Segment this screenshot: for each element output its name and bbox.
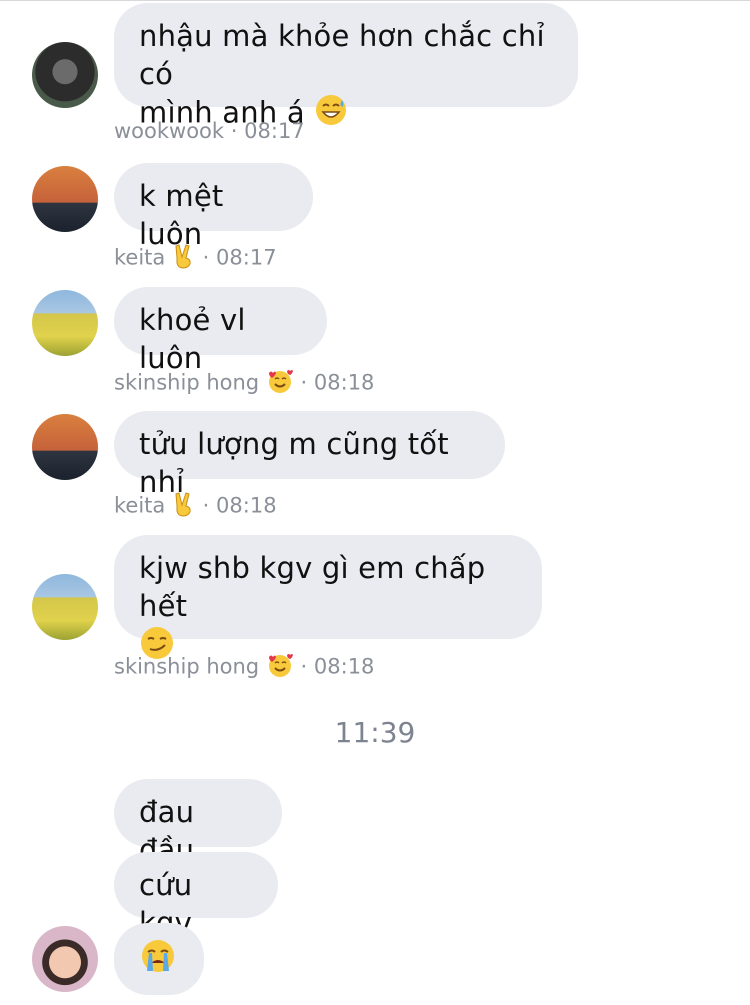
message-meta: wookwook · 08:17 <box>114 119 305 143</box>
message-bubble[interactable]: nhậu mà khỏe hơn chắc chỉ có mình anh á <box>114 3 578 130</box>
victory-hand-icon <box>172 491 196 522</box>
top-divider <box>0 0 750 1</box>
message-bubble[interactable]: tửu lượng m cũng tốt nhỉ <box>114 411 505 499</box>
message-text: nhậu mà khỏe hơn chắc chỉ có <box>139 19 545 91</box>
message-time: 08:18 <box>216 493 277 518</box>
message-text: kjw shb kgv gì em chấp hết <box>139 551 486 623</box>
message-text: khoẻ vl luôn <box>139 303 246 375</box>
avatar[interactable] <box>32 574 98 640</box>
avatar[interactable] <box>32 42 98 108</box>
message-bubble[interactable]: k mệt luôn <box>114 163 313 251</box>
message-meta: skinship hong · 08:18 <box>114 367 374 400</box>
message-text: tửu lượng m cũng tốt nhỉ <box>139 427 449 499</box>
sender-name: skinship hong <box>114 370 260 395</box>
sender-name: keita <box>114 493 166 518</box>
message-bubble[interactable]: đau đầu <box>114 779 282 867</box>
sender-name: skinship hong <box>114 654 260 679</box>
smiling-hearts-emoji-icon <box>266 651 294 684</box>
smiling-hearts-emoji-icon <box>266 367 294 400</box>
message-time: 08:18 <box>313 370 375 395</box>
time-separator: 11:39 <box>334 716 416 749</box>
message-time: 08:17 <box>216 245 277 270</box>
message-bubble[interactable] <box>114 923 204 995</box>
avatar[interactable] <box>32 414 98 480</box>
avatar[interactable] <box>32 166 98 232</box>
message-time: 08:18 <box>313 654 375 679</box>
sender-name: keita <box>114 245 166 270</box>
message-meta: keita · 08:18 <box>114 491 277 522</box>
message-time: 08:17 <box>244 119 305 143</box>
message-meta: skinship hong · 08:18 <box>114 651 374 684</box>
message-text: k mệt luôn <box>139 179 224 251</box>
avatar[interactable] <box>32 926 98 992</box>
loudly-crying-emoji-icon <box>139 937 177 984</box>
message-bubble[interactable]: kjw shb kgv gì em chấp hết <box>114 535 542 659</box>
message-meta: keita · 08:17 <box>114 243 277 274</box>
message-bubble[interactable]: cứu kgv <box>114 852 278 940</box>
sender-name: wookwook <box>114 119 225 143</box>
avatar[interactable] <box>32 290 98 356</box>
victory-hand-icon <box>172 243 196 274</box>
sweat-smile-emoji-icon <box>314 93 348 136</box>
message-bubble[interactable]: khoẻ vl luôn <box>114 287 327 375</box>
